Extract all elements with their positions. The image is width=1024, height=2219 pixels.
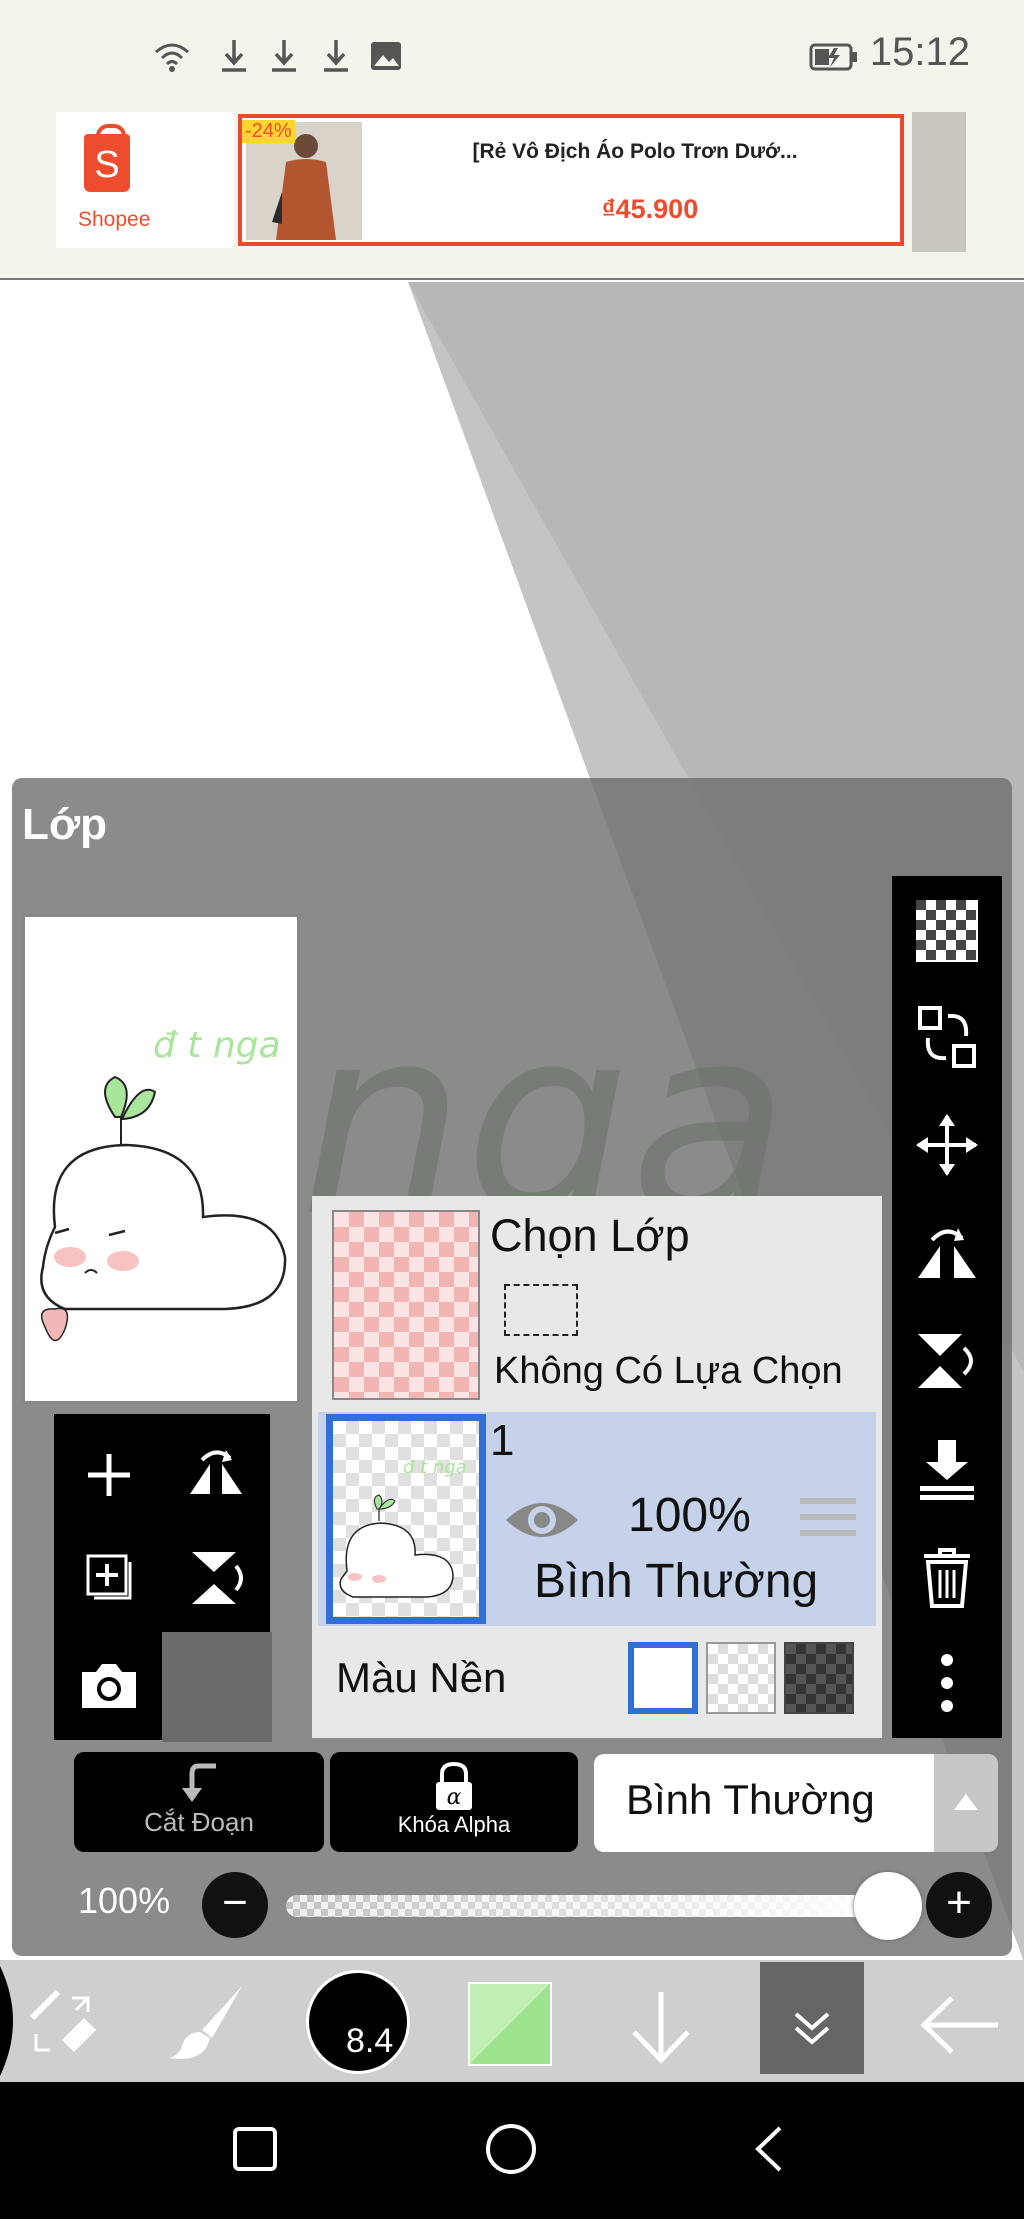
background-white-swatch[interactable] (628, 1642, 698, 1714)
color-swatch[interactable] (468, 1982, 552, 2066)
opacity-label: 100% (78, 1880, 171, 1921)
download-icon (222, 40, 246, 72)
download-icon (272, 40, 296, 72)
add-copy-icon[interactable] (80, 1548, 138, 1606)
alpha-symbol: α (447, 1785, 462, 1810)
shopee-brand: Shopee (78, 208, 151, 231)
alpha-lock-button[interactable]: α Khóa Alpha (330, 1752, 578, 1852)
layers-toggle-button[interactable] (760, 1962, 864, 2074)
swap-layers-icon[interactable] (914, 1004, 980, 1070)
selection-layer-title: Chọn Lớp (490, 1210, 690, 1261)
ad-title: [Rẻ Vô Địch Áo Polo Trơn Dướ... (472, 140, 798, 163)
opacity-plus-button[interactable]: + (926, 1872, 992, 1938)
layer-opacity: 100% (628, 1489, 751, 1542)
canvas-preview[interactable]: đ t nga (22, 914, 300, 1404)
flip-vertical-icon[interactable] (186, 1546, 246, 1610)
camera-icon[interactable] (78, 1658, 140, 1712)
layer-thumbnail: đ t nga (326, 1414, 486, 1624)
trash-icon[interactable] (914, 1544, 980, 1610)
shopee-bag-icon: S (84, 134, 130, 192)
drag-handle-icon[interactable] (800, 1494, 856, 1540)
clock: 15:12 (869, 30, 970, 74)
ad-price: ₫45.900 (601, 194, 699, 224)
down-arrow-icon[interactable] (626, 1986, 696, 2066)
background-transparent-swatch[interactable] (706, 1642, 776, 1714)
battery-charging-icon (809, 43, 857, 71)
brush-icon[interactable] (166, 1980, 250, 2064)
wifi-icon (155, 43, 189, 72)
clipping-label: Cắt Đoạn (144, 1807, 254, 1837)
background-color-label: Màu Nền (336, 1654, 507, 1701)
transform-icon[interactable] (22, 1982, 102, 2062)
preview-signature: đ t nga (153, 1025, 281, 1066)
status-bar: 15:12 (0, 0, 1024, 110)
preview-drawing: đ t nga (40, 1025, 287, 1342)
flip-vertical-icon[interactable] (914, 1328, 980, 1394)
image-icon (371, 42, 401, 70)
add-layer-icon[interactable] (80, 1446, 138, 1504)
selection-status: Không Có Lựa Chọn (494, 1350, 843, 1392)
flip-horizontal-icon[interactable] (914, 1220, 980, 1286)
background-dark-swatch[interactable] (784, 1642, 854, 1714)
lock-icon: α (436, 1761, 472, 1810)
layer-thumbnail-art: đ t nga (339, 1457, 467, 1598)
back-icon[interactable] (750, 2124, 786, 2174)
download-icon (324, 40, 348, 72)
ad-discount-badge: -24% (242, 120, 295, 143)
selection-layer-thumbnail (332, 1210, 480, 1400)
chevrons-down-icon (794, 2012, 830, 2045)
opacity-slider[interactable] (286, 1895, 888, 1917)
opacity-slider-handle[interactable] (854, 1872, 922, 1940)
layer-blend-mode: Bình Thường (534, 1555, 819, 1608)
move-icon[interactable] (914, 1112, 980, 1178)
blend-mode-value: Bình Thường (626, 1776, 875, 1823)
brush-size-value: 8.4 (346, 2022, 394, 2060)
more-icon[interactable] (914, 1650, 980, 1716)
home-icon[interactable] (484, 2122, 538, 2176)
recent-apps-icon[interactable] (232, 2126, 278, 2172)
blend-mode-dropdown[interactable] (934, 1754, 998, 1852)
flip-horizontal-icon[interactable] (184, 1444, 248, 1504)
ad-next-image (912, 112, 966, 252)
opacity-minus-button[interactable]: − (202, 1872, 268, 1938)
clipping-button[interactable]: Cắt Đoạn (74, 1752, 324, 1852)
layer-thumbnail-signature: đ t nga (403, 1457, 467, 1478)
merge-down-icon[interactable] (914, 1436, 980, 1502)
clip-arrow-icon (182, 1763, 216, 1802)
panel-title: Lớp (22, 800, 108, 849)
checker-icon[interactable] (914, 898, 980, 964)
back-arrow-icon[interactable] (918, 1990, 1002, 2060)
layer-name: 1 (490, 1416, 515, 1465)
selection-marquee-icon (504, 1284, 578, 1336)
left-tools-notch (162, 1632, 272, 1742)
eye-icon[interactable] (502, 1494, 582, 1546)
alpha-lock-label: Khóa Alpha (397, 1812, 511, 1837)
chevron-up-icon (954, 1794, 978, 1810)
